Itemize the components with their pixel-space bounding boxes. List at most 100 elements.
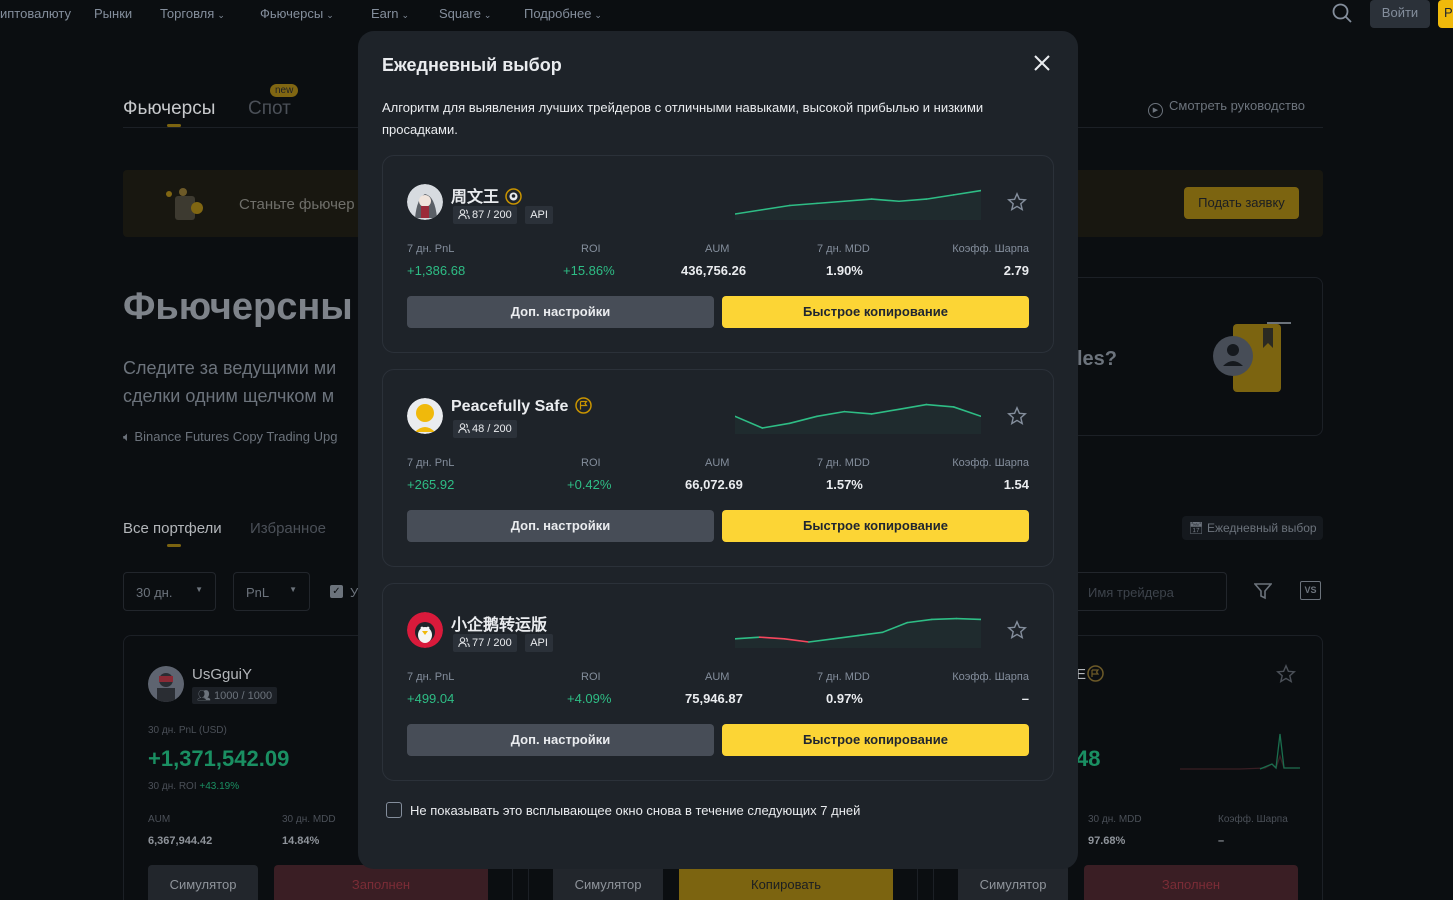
nav-futures[interactable]: Фьючерсы ⌄ bbox=[260, 6, 334, 21]
simulator-button[interactable]: Симулятор bbox=[553, 865, 663, 900]
followers-tag: 48 / 200 bbox=[453, 420, 517, 438]
login-button[interactable]: Войти bbox=[1370, 0, 1430, 28]
banner-text: Станьте фьючер bbox=[239, 196, 355, 213]
compare-vs-icon[interactable]: VS bbox=[1300, 581, 1321, 600]
sort-select[interactable]: PnL ▼ bbox=[233, 572, 310, 611]
pnl-sparkline bbox=[735, 189, 981, 220]
pnl-chart bbox=[1180, 733, 1300, 770]
advanced-settings-button[interactable]: Доп. настройки bbox=[407, 296, 714, 328]
tab-all-portfolios[interactable]: Все портфели bbox=[123, 520, 222, 537]
close-icon[interactable] bbox=[1030, 51, 1054, 75]
nav-markets[interactable]: Рынки bbox=[94, 6, 132, 21]
trader-name: 周文王 bbox=[451, 189, 500, 206]
period-select[interactable]: 30 дн. ▼ bbox=[123, 572, 216, 611]
aum-value: 436,756.26 bbox=[681, 263, 747, 278]
list-tab-underline bbox=[167, 544, 181, 547]
api-tag: API bbox=[525, 206, 553, 224]
chevron-down-icon: ⌄ bbox=[483, 10, 492, 20]
full-button[interactable]: Заполнен bbox=[1084, 865, 1298, 900]
announcement-text: Binance Futures Copy Trading Upg bbox=[134, 429, 338, 444]
chevron-down-icon: ⌄ bbox=[326, 10, 334, 20]
sort-value: PnL bbox=[246, 585, 270, 600]
trader-search-input[interactable]: Имя трейдера bbox=[1073, 572, 1227, 611]
roi: 30 дн. ROI +43.19% bbox=[148, 781, 239, 792]
advanced-settings-button[interactable]: Доп. настройки bbox=[407, 510, 714, 542]
quick-copy-button[interactable]: Быстрое копирование bbox=[722, 510, 1029, 542]
star-icon[interactable] bbox=[1007, 620, 1027, 640]
nav-more-label: Подробнее bbox=[524, 6, 592, 21]
mdd-value: 0.97% bbox=[826, 691, 863, 706]
nav-trade[interactable]: Торговля ⌄ bbox=[160, 6, 225, 21]
daily-pick-button[interactable]: 📅︎ Ежедневный выбор bbox=[1182, 516, 1323, 540]
guide-link[interactable]: ▶ Смотреть руководство bbox=[1148, 98, 1305, 118]
simulator-button[interactable]: Симулятор bbox=[148, 865, 258, 900]
nav-crypto[interactable]: иптовалюту bbox=[0, 6, 71, 21]
mdd-value: 1.90% bbox=[826, 263, 863, 278]
dont-show-checkbox[interactable] bbox=[386, 802, 402, 818]
modal-description: Алгоритм для выявления лучших трейдеров … bbox=[382, 100, 984, 137]
trader-name-row[interactable]: 周文王 bbox=[451, 183, 523, 207]
users-icon bbox=[458, 209, 470, 220]
sparkline-area bbox=[735, 190, 981, 220]
star-icon[interactable] bbox=[1007, 406, 1027, 426]
nav-earn[interactable]: Earn ⌄ bbox=[371, 6, 409, 21]
users-icon: 👥︎ bbox=[197, 690, 215, 702]
nav-square[interactable]: Square ⌄ bbox=[439, 6, 491, 21]
filter-checkbox[interactable]: ✓ bbox=[330, 585, 343, 598]
sparkline-segment bbox=[955, 617, 981, 621]
roi-value: +0.42% bbox=[567, 477, 612, 492]
new-badge: new bbox=[270, 84, 299, 97]
badge-icon bbox=[1087, 665, 1104, 682]
hero-subtitle-line: сделки одним щелчком м bbox=[123, 386, 335, 406]
api-tag: API bbox=[525, 634, 553, 652]
lead-trader-card: Peacefully Safe 48 / 200 7 дн. PnL +265.… bbox=[382, 369, 1054, 567]
modal-title: Ежедневный выбор bbox=[382, 55, 562, 75]
nav-more[interactable]: Подробнее ⌄ bbox=[524, 6, 602, 21]
avatar[interactable] bbox=[407, 398, 443, 434]
sharpe-label: Коэфф. Шарпа bbox=[952, 243, 1029, 255]
roi-label: ROI bbox=[581, 457, 601, 469]
chevron-down-icon: ⌄ bbox=[594, 10, 602, 20]
guide-label: Смотреть руководство bbox=[1169, 98, 1305, 113]
trader-name-row[interactable]: 小企鹅转运版 bbox=[451, 611, 547, 635]
mdd-value: 1.57% bbox=[826, 477, 863, 492]
full-button[interactable]: Заполнен bbox=[274, 865, 488, 900]
mdd-value: 97.68% bbox=[1088, 835, 1126, 847]
tab-futures[interactable]: Фьючерсы bbox=[123, 98, 215, 120]
advanced-settings-button[interactable]: Доп. настройки bbox=[407, 724, 714, 756]
calendar-icon: 📅︎ bbox=[1188, 521, 1207, 535]
announcement[interactable]: 🔈︎ Binance Futures Copy Trading Upg bbox=[123, 429, 337, 445]
roi-label: 30 дн. ROI bbox=[148, 781, 197, 792]
followers-tag: 77 / 200 bbox=[453, 634, 517, 652]
users-icon bbox=[458, 423, 470, 434]
star-icon[interactable] bbox=[1007, 192, 1027, 212]
simulator-button[interactable]: Симулятор bbox=[958, 865, 1068, 900]
avatar[interactable] bbox=[407, 612, 443, 648]
top-navigation: иптовалюту Рынки Торговля ⌄ Фьючерсы ⌄ Ear… bbox=[0, 0, 1453, 28]
flag-badge-icon bbox=[575, 397, 592, 414]
avatar[interactable] bbox=[407, 184, 443, 220]
sharpe-label: Коэфф. Шарпа bbox=[952, 671, 1029, 683]
apply-button[interactable]: Подать заявку bbox=[1184, 187, 1299, 219]
search-icon[interactable] bbox=[1332, 3, 1352, 23]
filter-icon[interactable] bbox=[1254, 582, 1272, 600]
lead-trader-card: 周文王 87 / 200 API 7 дн. PnL +1,386.68 ROI… bbox=[382, 155, 1054, 353]
nav-futures-label: Фьючерсы bbox=[260, 6, 324, 21]
quick-copy-button[interactable]: Быстрое копирование bbox=[722, 724, 1029, 756]
tab-spot[interactable]: Спот bbox=[248, 98, 291, 120]
tab-favorites[interactable]: Избранное bbox=[250, 520, 326, 537]
pnl-value: +1,371,542.09 bbox=[148, 746, 290, 771]
play-icon: ▶ bbox=[1148, 103, 1163, 118]
promo-card: les? bbox=[1060, 277, 1323, 436]
followers-value: 1000 / 1000 bbox=[214, 690, 273, 702]
register-button[interactable]: Р bbox=[1438, 0, 1453, 28]
trader-name-row[interactable]: Peacefully Safe bbox=[451, 397, 592, 416]
chevron-down-icon: ⌄ bbox=[401, 10, 410, 20]
promo-text: les? bbox=[1077, 348, 1118, 370]
copy-button[interactable]: Копировать bbox=[679, 865, 893, 900]
quick-copy-button[interactable]: Быстрое копирование bbox=[722, 296, 1029, 328]
mdd-value: 14.84% bbox=[282, 835, 320, 847]
star-icon[interactable] bbox=[1276, 664, 1296, 684]
aum-label: AUM bbox=[148, 814, 171, 825]
speaker-icon: 🔈︎ bbox=[123, 429, 135, 444]
